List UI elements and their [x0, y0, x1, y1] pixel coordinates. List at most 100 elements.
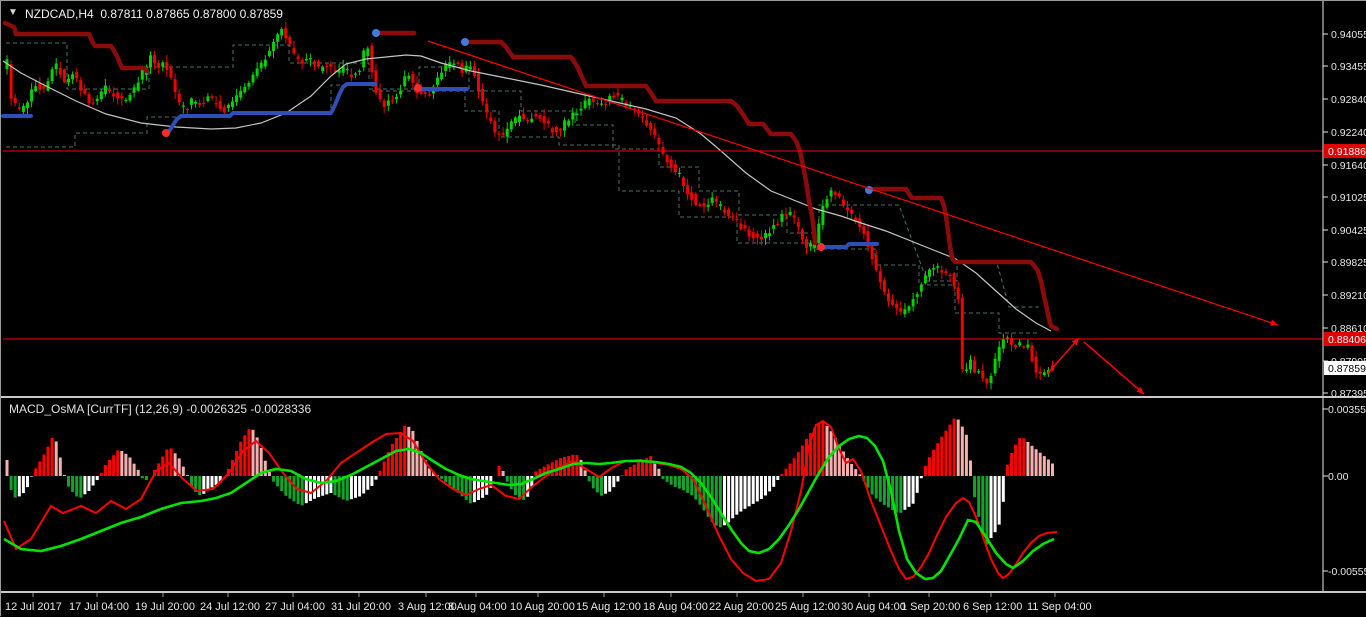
candle-body [772, 225, 776, 229]
candle-body [464, 65, 468, 72]
candle-body [99, 91, 103, 100]
time-axis-label: 19 Jul 20:00 [135, 601, 195, 613]
candle-body [235, 95, 239, 103]
candle-body [1001, 338, 1005, 349]
candle-body [698, 204, 702, 206]
candle-body [870, 244, 874, 260]
osma-histogram-bar [858, 474, 862, 476]
candle-body [677, 172, 681, 175]
candle-body [657, 138, 661, 145]
symbol-dropdown-icon[interactable]: ▼ [8, 7, 18, 18]
osma-histogram-bar [411, 430, 415, 476]
panel-separator[interactable] [1, 396, 1366, 398]
candle-body [825, 199, 829, 208]
osma-histogram-bar [280, 476, 284, 492]
osma-histogram-bar [1038, 452, 1042, 476]
osma-histogram-bar [374, 476, 378, 480]
candle-body [780, 214, 784, 222]
candle-body [784, 214, 788, 216]
osma-histogram-bar [1014, 444, 1018, 476]
candle-body [960, 297, 964, 370]
candle-body [255, 68, 259, 76]
candle-body [591, 98, 595, 102]
candle-body [669, 159, 673, 168]
candle-body [579, 108, 583, 111]
osma-histogram-bar [329, 476, 333, 494]
candle-body [862, 226, 866, 234]
candle-body [1030, 345, 1034, 361]
candle-body [202, 102, 206, 105]
candle-body [436, 77, 439, 85]
osma-histogram-bar [276, 476, 280, 487]
osma-histogram-bar [682, 476, 685, 491]
candle-body [571, 112, 575, 120]
osma-histogram-bar [345, 476, 349, 501]
osma-histogram-bar [140, 476, 144, 479]
candle-body [932, 268, 936, 270]
indicator-tick-label: 0.00 [1328, 471, 1349, 483]
osma-histogram-bar [38, 461, 42, 476]
candle-body [366, 48, 370, 56]
candle-body [526, 120, 530, 122]
price-tick-label: 0.89210 [1331, 290, 1366, 302]
osma-histogram-bar [895, 476, 899, 513]
price-chart-canvas[interactable]: 0.94055 0.93455 0.92840 0.92240 0.91640 0.910… [1, 1, 1366, 617]
candle-body [891, 299, 895, 305]
osma-histogram-bar [62, 474, 66, 476]
osma-histogram-bar [349, 476, 353, 500]
candle-body [345, 68, 349, 71]
candle-body [575, 113, 579, 116]
osma-histogram-bar [505, 476, 509, 482]
candle-body [850, 209, 854, 214]
osma-histogram-bar [13, 476, 17, 498]
candle-body [485, 103, 489, 113]
osma-histogram-bar [604, 476, 608, 494]
candle-body [723, 209, 726, 213]
candle-body [30, 89, 34, 102]
candle-body [354, 73, 357, 75]
candle-body [665, 155, 669, 163]
indicator-bottom-separator [1, 591, 1366, 593]
time-axis-label: 11 Sep 04:00 [1027, 601, 1092, 613]
osma-histogram-bar [198, 476, 202, 496]
osma-histogram-bar [395, 437, 398, 476]
osma-histogram-bar [575, 455, 579, 476]
osma-histogram-bar [907, 476, 911, 507]
candle-body [251, 74, 255, 83]
candle-body [153, 55, 157, 64]
candle-body [280, 28, 284, 36]
osma-histogram-bar [112, 455, 116, 476]
osma-histogram-bar [956, 419, 960, 476]
osma-histogram-bar [919, 476, 923, 479]
osma-histogram-bar [30, 476, 34, 477]
candle-body [895, 303, 899, 309]
osma-histogram-bar [333, 476, 337, 496]
candle-body [731, 216, 735, 218]
candle-body [587, 98, 591, 106]
time-axis-label: 10 Aug 20:00 [510, 601, 575, 613]
candle-body [952, 273, 956, 287]
candle-body [973, 360, 977, 373]
price-tick-label: 0.89825 [1331, 257, 1366, 269]
candle-body [440, 72, 444, 80]
candle-body [456, 62, 460, 65]
price-badge-label: 0.88406 [1328, 334, 1366, 346]
candle-body [948, 275, 952, 277]
osma-histogram-bar [26, 476, 29, 488]
candle-body [21, 105, 25, 112]
candle-body [34, 86, 38, 92]
candle-body [764, 233, 767, 239]
candle-body [489, 117, 493, 121]
candle-body [267, 50, 271, 57]
osma-histogram-bar [636, 462, 640, 476]
price-badge-label: 0.91886 [1328, 146, 1366, 158]
osma-histogram-bar [911, 476, 915, 504]
candle-body [636, 112, 640, 114]
candle-body [313, 61, 316, 65]
candle-body [83, 89, 87, 94]
osma-histogram-bar [882, 476, 886, 505]
osma-histogram-bar [923, 465, 927, 476]
candle-body [841, 199, 845, 206]
candle-body [136, 82, 140, 91]
candle-body [542, 116, 546, 124]
